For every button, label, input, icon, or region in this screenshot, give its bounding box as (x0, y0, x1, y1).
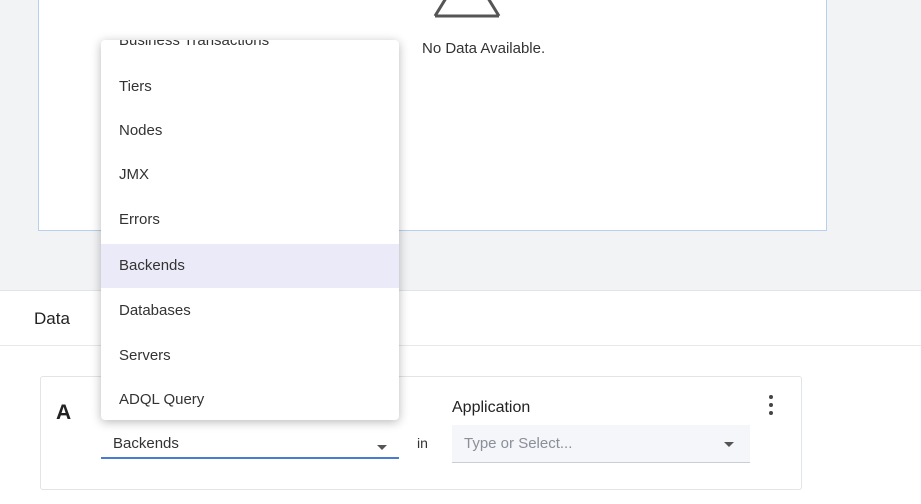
metric-type-value: Backends (113, 435, 179, 452)
application-select[interactable]: Type or Select... (452, 425, 750, 463)
dropdown-item-backends[interactable]: Backends (101, 244, 399, 288)
metric-type-dropdown: Business Transactions Tiers Nodes JMX Er… (101, 40, 399, 420)
metric-type-select[interactable]: Backends (101, 431, 399, 459)
dropdown-item-label: Databases (119, 302, 191, 319)
dropdown-item-servers[interactable]: Servers (101, 334, 399, 378)
application-placeholder: Type or Select... (464, 435, 573, 452)
data-section-title: Data (34, 309, 70, 328)
chevron-down-icon[interactable] (724, 442, 734, 447)
dropdown-item-adql-query[interactable]: ADQL Query (101, 378, 399, 420)
dropdown-item-label: Errors (119, 211, 160, 228)
application-label: Application (452, 399, 531, 416)
chevron-down-icon (377, 445, 387, 450)
dropdown-item-nodes[interactable]: Nodes (101, 109, 399, 153)
dropdown-item-label: Tiers (119, 78, 152, 95)
dropdown-item-label: Backends (119, 257, 185, 274)
dropdown-item-errors[interactable]: Errors (101, 198, 399, 242)
dropdown-item-tiers[interactable]: Tiers (101, 65, 399, 109)
dropdown-item-jmx[interactable]: JMX (101, 153, 399, 197)
query-letter: A (56, 401, 72, 424)
dropdown-item-business-transactions[interactable]: Business Transactions (101, 40, 399, 63)
no-data-text: No Data Available. (422, 40, 546, 57)
dropdown-item-label: ADQL Query (119, 391, 205, 408)
dropdown-item-label: Servers (119, 347, 171, 364)
warning-triangle-icon (433, 0, 501, 18)
kebab-menu-icon[interactable] (765, 393, 777, 419)
dropdown-item-databases[interactable]: Databases (101, 289, 399, 333)
in-label: in (417, 435, 428, 451)
dropdown-item-label: Nodes (119, 122, 163, 139)
dropdown-item-label: Business Transactions (119, 40, 270, 49)
dropdown-item-label: JMX (119, 166, 149, 183)
